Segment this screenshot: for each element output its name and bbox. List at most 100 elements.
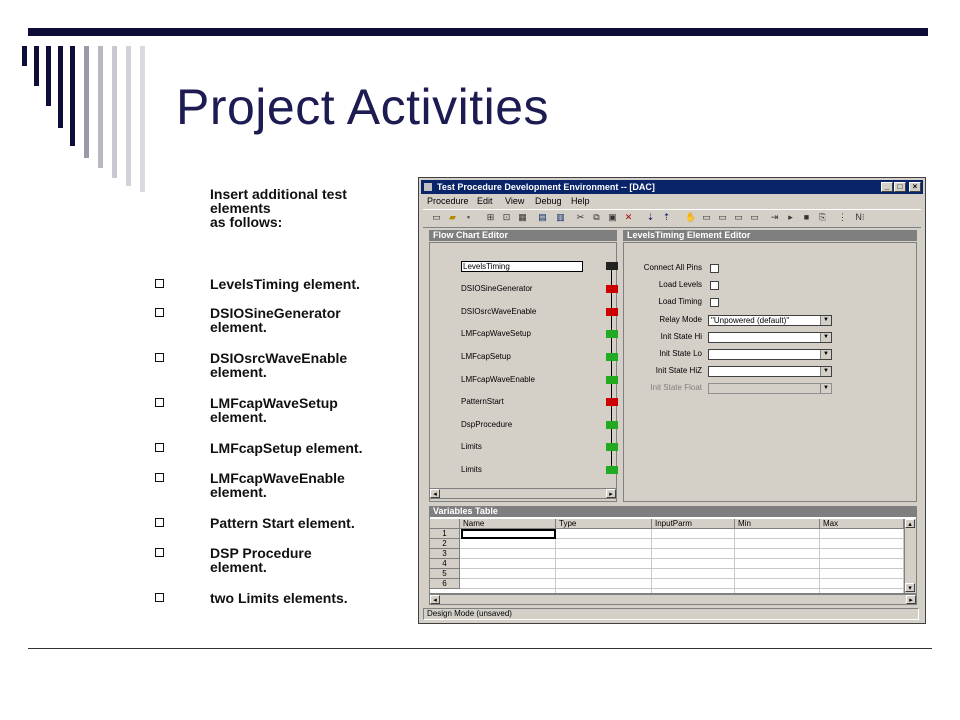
flow-node-icon[interactable]: [606, 330, 618, 338]
copy-icon[interactable]: ⧉: [591, 212, 602, 223]
column-header[interactable]: Max: [820, 519, 904, 529]
column-header[interactable]: Type: [556, 519, 652, 529]
tool-icon[interactable]: ▥: [555, 212, 566, 223]
flow-chart-panel: LevelsTiming DSIOSineGenerator DSIOsrcWave…: [429, 242, 618, 502]
combo-box[interactable]: "Unpowered (default)" ▼: [708, 315, 832, 326]
flow-node-icon[interactable]: [606, 421, 618, 429]
flow-item[interactable]: LMFcapSetup: [461, 352, 511, 361]
tool-icon[interactable]: N⁝: [851, 212, 869, 223]
combo-box[interactable]: ▼: [708, 349, 832, 360]
export-icon[interactable]: ⊡: [501, 212, 512, 223]
save-icon[interactable]: ▪: [463, 212, 474, 223]
scroll-left-icon[interactable]: ◂: [430, 595, 440, 604]
column-header[interactable]: Name: [460, 519, 556, 529]
chevron-down-icon[interactable]: ▼: [820, 316, 831, 325]
chevron-down-icon[interactable]: ▼: [820, 350, 831, 359]
flow-item[interactable]: DspProcedure: [461, 420, 512, 429]
flow-item[interactable]: Limits: [461, 465, 482, 474]
menu-debug[interactable]: Debug: [535, 196, 562, 206]
tool-icon[interactable]: ▭: [749, 212, 760, 223]
grid-line: [460, 558, 904, 559]
grid-line: [734, 529, 735, 593]
variables-hscrollbar[interactable]: ◂ ▸: [429, 594, 917, 605]
flow-hscrollbar[interactable]: ◂ ▸: [429, 488, 617, 499]
flow-node-icon[interactable]: [606, 308, 618, 316]
minimize-button[interactable]: _: [881, 182, 893, 192]
flow-node-icon[interactable]: [606, 466, 618, 474]
flow-node-icon[interactable]: [606, 443, 618, 451]
tool-icon[interactable]: ▤: [537, 212, 548, 223]
scroll-down-icon[interactable]: ▾: [905, 583, 915, 592]
paste-icon[interactable]: ▣: [607, 212, 618, 223]
import-icon[interactable]: ⊞: [485, 212, 496, 223]
flow-connector: [611, 338, 612, 353]
flow-item[interactable]: PatternStart: [461, 397, 504, 406]
variables-vscrollbar[interactable]: ▴ ▾: [904, 519, 916, 593]
flow-item[interactable]: DSIOsrcWaveEnable: [461, 307, 536, 316]
menu-procedure[interactable]: Procedure: [427, 196, 469, 206]
bullet-text: LevelsTiming element.: [210, 276, 360, 292]
bullet-text: LMFcapWaveSetup: [210, 395, 338, 411]
checkbox[interactable]: [710, 281, 719, 290]
row-header[interactable]: 4: [430, 559, 460, 569]
combo-box: ▼: [708, 383, 832, 394]
flow-node-icon[interactable]: [606, 376, 618, 384]
chevron-down-icon[interactable]: ▼: [820, 367, 831, 376]
flow-item[interactable]: LMFcapWaveSetup: [461, 329, 531, 338]
hand-icon[interactable]: ✋: [685, 212, 696, 223]
row-header[interactable]: 2: [430, 539, 460, 549]
window-titlebar[interactable]: Test Procedure Development Environment -…: [421, 180, 923, 194]
tool-icon[interactable]: ▭: [701, 212, 712, 223]
decorative-stripe: [84, 46, 89, 158]
flow-item[interactable]: LMFcapWaveEnable: [461, 375, 535, 384]
row-header[interactable]: 3: [430, 549, 460, 559]
open-icon[interactable]: ▰: [447, 212, 458, 223]
flow-node-icon[interactable]: [606, 285, 618, 293]
flow-item[interactable]: DSIOSineGenerator: [461, 284, 533, 293]
row-header[interactable]: 5: [430, 569, 460, 579]
intro-line: elements: [210, 200, 271, 216]
flow-item[interactable]: LevelsTiming: [461, 261, 583, 272]
flow-node-icon[interactable]: [606, 398, 618, 406]
grid-icon[interactable]: ▦: [517, 212, 528, 223]
scroll-up-icon[interactable]: ▴: [905, 519, 915, 528]
menu-help[interactable]: Help: [571, 196, 590, 206]
intro-text: Insert additional test elements as follo…: [210, 187, 347, 229]
scroll-right-icon[interactable]: ▸: [606, 489, 616, 498]
column-header[interactable]: Min: [735, 519, 820, 529]
new-icon[interactable]: ▭: [431, 212, 442, 223]
run-icon[interactable]: ▸: [785, 212, 796, 223]
combo-box[interactable]: ▼: [708, 366, 832, 377]
close-button[interactable]: ×: [909, 182, 921, 192]
combo-box[interactable]: ▼: [708, 332, 832, 343]
row-header[interactable]: 1: [430, 529, 460, 539]
flow-node-icon[interactable]: [606, 262, 618, 270]
app-window: Test Procedure Development Environment -…: [418, 177, 926, 624]
tool-icon[interactable]: ▭: [717, 212, 728, 223]
column-header[interactable]: InputParm: [652, 519, 735, 529]
step-up-icon[interactable]: ⇡: [661, 212, 672, 223]
step-icon[interactable]: ⇥: [769, 212, 780, 223]
cut-icon[interactable]: ✂: [575, 212, 586, 223]
flow-connector: [611, 361, 612, 376]
chevron-down-icon[interactable]: ▼: [820, 333, 831, 342]
flow-item[interactable]: Limits: [461, 442, 482, 451]
flow-node-icon[interactable]: [606, 353, 618, 361]
stop-icon[interactable]: ■: [801, 212, 812, 223]
grid-line: [651, 529, 652, 593]
more-icon[interactable]: ⋮: [837, 212, 848, 223]
delete-icon[interactable]: ✕: [623, 212, 634, 223]
tool-icon[interactable]: ▭: [733, 212, 744, 223]
scroll-right-icon[interactable]: ▸: [906, 595, 916, 604]
menu-view[interactable]: View: [505, 196, 524, 206]
maximize-button[interactable]: □: [894, 182, 906, 192]
selected-cell[interactable]: [461, 529, 556, 539]
menu-edit[interactable]: Edit: [477, 196, 493, 206]
checkbox[interactable]: [710, 264, 719, 273]
checkbox[interactable]: [710, 298, 719, 307]
debug-icon[interactable]: ⎘: [817, 212, 828, 223]
row-header[interactable]: 6: [430, 579, 460, 589]
step-down-icon[interactable]: ⇣: [645, 212, 656, 223]
scroll-left-icon[interactable]: ◂: [430, 489, 440, 498]
grid-line: [460, 548, 904, 549]
